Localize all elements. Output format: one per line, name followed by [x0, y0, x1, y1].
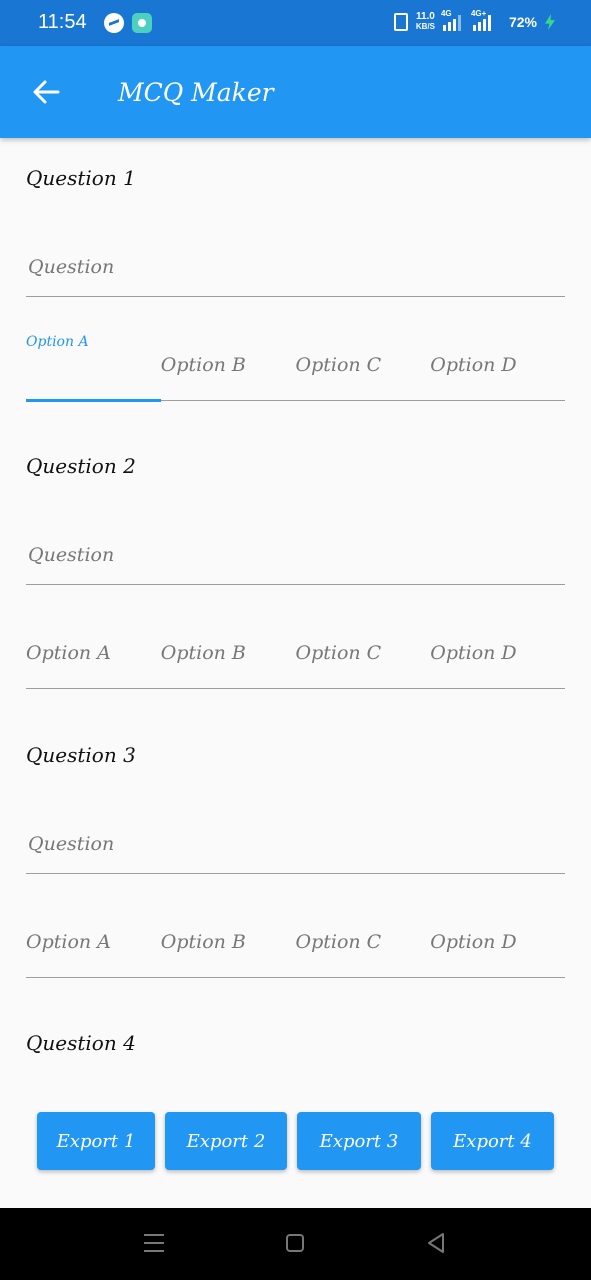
option-label: Option A — [26, 642, 111, 664]
question-4-label: Question 4 — [26, 1031, 136, 1055]
question-2-option-d[interactable]: Option D — [430, 618, 565, 688]
question-3-option-b[interactable]: Option B — [161, 907, 296, 977]
export-2-button[interactable]: Export 2 — [165, 1112, 287, 1170]
export-4-button[interactable]: Export 4 — [431, 1112, 554, 1170]
question-2-option-b[interactable]: Option B — [161, 618, 296, 688]
question-1-label: Question 1 — [26, 166, 136, 190]
signal-label: 4G+ — [470, 9, 487, 18]
app-bar: MCQ Maker — [0, 46, 591, 138]
net-speed-value: 11.0 — [415, 11, 435, 22]
net-speed: 11.0 KB/S — [416, 12, 435, 32]
net-speed-unit: KB/S — [415, 22, 435, 31]
question-2-option-c[interactable]: Option C — [296, 618, 431, 688]
option-label: Option C — [295, 354, 382, 376]
option-label: Option D — [430, 931, 517, 953]
question-1-input[interactable] — [26, 236, 569, 298]
export-1-button[interactable]: Export 1 — [37, 1112, 155, 1170]
status-bar: 11:54 11.0 KB/S 4G 4G+ 72% — [0, 0, 591, 46]
question-1-options: Option A Option B Option C Option D — [26, 330, 565, 402]
question-3-field[interactable] — [26, 813, 569, 875]
question-2-field[interactable] — [26, 524, 569, 586]
question-3-option-d[interactable]: Option D — [430, 907, 565, 977]
system-nav-bar — [0, 1208, 591, 1280]
question-3-label: Question 3 — [26, 743, 136, 767]
question-1-option-b[interactable]: Option B — [161, 330, 296, 400]
nav-menu-icon[interactable] — [144, 1234, 164, 1252]
question-2-input[interactable] — [26, 524, 569, 586]
nav-home-icon[interactable] — [286, 1234, 304, 1252]
option-label: Option C — [295, 931, 382, 953]
signal-icon: 4G+ — [471, 9, 501, 31]
export-button-row: Export 1 Export 2 Export 3 Export 4 — [0, 1112, 591, 1172]
question-3-input[interactable] — [26, 813, 569, 875]
option-label: Option A — [26, 334, 89, 350]
status-time: 11:54 — [38, 11, 87, 33]
question-1-field[interactable] — [26, 236, 569, 298]
question-1-option-c[interactable]: Option C — [296, 330, 431, 400]
nav-back-icon[interactable] — [426, 1232, 446, 1254]
vibrate-icon — [393, 13, 408, 31]
chat-app-icon — [132, 13, 152, 33]
question-2-option-a[interactable]: Option A — [26, 618, 161, 688]
option-label: Option D — [430, 642, 517, 664]
question-3-options: Option A Option B Option C Option D — [26, 907, 565, 978]
page-title: MCQ Maker — [118, 78, 274, 107]
option-label: Option A — [26, 931, 111, 953]
battery-level: 72% — [508, 14, 537, 30]
question-1-option-a[interactable]: Option A — [26, 330, 161, 402]
signal-label: 4G — [440, 9, 452, 18]
export-3-button[interactable]: Export 3 — [297, 1112, 421, 1170]
option-label: Option B — [160, 354, 246, 376]
option-label: Option B — [160, 642, 246, 664]
back-arrow-icon[interactable] — [30, 76, 62, 108]
question-3-option-a[interactable]: Option A — [26, 907, 161, 977]
option-label: Option D — [430, 354, 517, 376]
option-label: Option C — [295, 642, 382, 664]
messenger-icon — [104, 13, 124, 33]
question-3-option-c[interactable]: Option C — [296, 907, 431, 977]
option-label: Option B — [160, 931, 246, 953]
signal-icon: 4G — [441, 9, 465, 31]
question-1-option-d[interactable]: Option D — [430, 330, 565, 400]
question-2-options: Option A Option B Option C Option D — [26, 618, 565, 689]
battery-charging-icon — [545, 14, 555, 30]
question-2-label: Question 2 — [26, 454, 136, 478]
